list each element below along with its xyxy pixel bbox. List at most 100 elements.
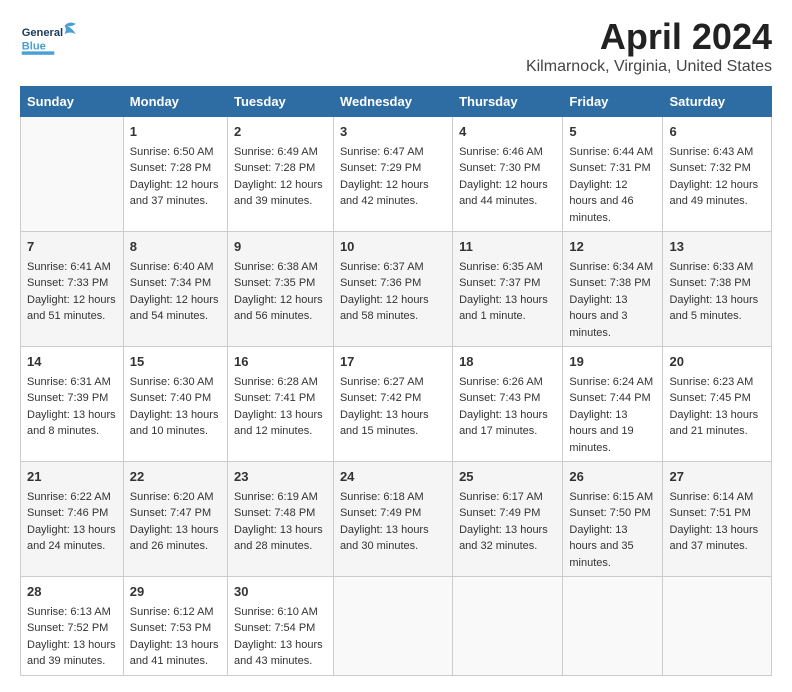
sunrise-time: Sunrise: 6:26 AM: [459, 376, 543, 388]
header-friday: Friday: [563, 87, 663, 117]
daylight-hours: Daylight: 13 hours and 24 minutes.: [27, 524, 116, 553]
sunset-time: Sunset: 7:53 PM: [130, 622, 211, 634]
sunset-time: Sunset: 7:42 PM: [340, 392, 421, 404]
day-number: 6: [669, 122, 765, 142]
sunset-time: Sunset: 7:54 PM: [234, 622, 315, 634]
sunrise-time: Sunrise: 6:35 AM: [459, 261, 543, 273]
table-row: [333, 577, 452, 676]
sunrise-time: Sunrise: 6:34 AM: [569, 261, 653, 273]
daylight-hours: Daylight: 13 hours and 19 minutes.: [569, 409, 633, 454]
sunset-time: Sunset: 7:43 PM: [459, 392, 540, 404]
day-number: 25: [459, 467, 556, 487]
header-saturday: Saturday: [663, 87, 772, 117]
sunset-time: Sunset: 7:41 PM: [234, 392, 315, 404]
table-row: 9 Sunrise: 6:38 AM Sunset: 7:35 PM Dayli…: [228, 232, 334, 347]
sunset-time: Sunset: 7:33 PM: [27, 277, 108, 289]
day-number: 30: [234, 582, 327, 602]
sunrise-time: Sunrise: 6:43 AM: [669, 146, 753, 158]
table-row: 4 Sunrise: 6:46 AM Sunset: 7:30 PM Dayli…: [453, 117, 563, 232]
sunset-time: Sunset: 7:44 PM: [569, 392, 650, 404]
sunset-time: Sunset: 7:49 PM: [459, 507, 540, 519]
day-number: 13: [669, 237, 765, 257]
table-row: 27 Sunrise: 6:14 AM Sunset: 7:51 PM Dayl…: [663, 462, 772, 577]
daylight-hours: Daylight: 13 hours and 37 minutes.: [669, 524, 758, 553]
header-wednesday: Wednesday: [333, 87, 452, 117]
calendar-week-row: 1 Sunrise: 6:50 AM Sunset: 7:28 PM Dayli…: [21, 117, 772, 232]
day-number: 8: [130, 237, 221, 257]
table-row: 26 Sunrise: 6:15 AM Sunset: 7:50 PM Dayl…: [563, 462, 663, 577]
day-number: 1: [130, 122, 221, 142]
sunset-time: Sunset: 7:40 PM: [130, 392, 211, 404]
sunrise-time: Sunrise: 6:23 AM: [669, 376, 753, 388]
logo-svg: General Blue: [20, 16, 80, 61]
sunset-time: Sunset: 7:28 PM: [234, 162, 315, 174]
table-row: 30 Sunrise: 6:10 AM Sunset: 7:54 PM Dayl…: [228, 577, 334, 676]
sunset-time: Sunset: 7:29 PM: [340, 162, 421, 174]
daylight-hours: Daylight: 13 hours and 1 minute.: [459, 294, 548, 323]
table-row: 28 Sunrise: 6:13 AM Sunset: 7:52 PM Dayl…: [21, 577, 124, 676]
day-number: 29: [130, 582, 221, 602]
table-row: 23 Sunrise: 6:19 AM Sunset: 7:48 PM Dayl…: [228, 462, 334, 577]
daylight-hours: Daylight: 12 hours and 51 minutes.: [27, 294, 116, 323]
table-row: 16 Sunrise: 6:28 AM Sunset: 7:41 PM Dayl…: [228, 347, 334, 462]
daylight-hours: Daylight: 13 hours and 41 minutes.: [130, 639, 219, 668]
page-header: General Blue April 2024 Kilmarnock, Virg…: [20, 16, 772, 76]
sunset-time: Sunset: 7:39 PM: [27, 392, 108, 404]
daylight-hours: Daylight: 13 hours and 32 minutes.: [459, 524, 548, 553]
sunrise-time: Sunrise: 6:18 AM: [340, 491, 424, 503]
sunrise-time: Sunrise: 6:37 AM: [340, 261, 424, 273]
sunrise-time: Sunrise: 6:44 AM: [569, 146, 653, 158]
day-number: 14: [27, 352, 117, 372]
sunset-time: Sunset: 7:30 PM: [459, 162, 540, 174]
table-row: 25 Sunrise: 6:17 AM Sunset: 7:49 PM Dayl…: [453, 462, 563, 577]
day-number: 22: [130, 467, 221, 487]
table-row: 14 Sunrise: 6:31 AM Sunset: 7:39 PM Dayl…: [21, 347, 124, 462]
daylight-hours: Daylight: 13 hours and 39 minutes.: [27, 639, 116, 668]
day-number: 7: [27, 237, 117, 257]
sunset-time: Sunset: 7:48 PM: [234, 507, 315, 519]
sunrise-time: Sunrise: 6:20 AM: [130, 491, 214, 503]
daylight-hours: Daylight: 13 hours and 26 minutes.: [130, 524, 219, 553]
day-number: 3: [340, 122, 446, 142]
sunrise-time: Sunrise: 6:24 AM: [569, 376, 653, 388]
table-row: 8 Sunrise: 6:40 AM Sunset: 7:34 PM Dayli…: [123, 232, 227, 347]
daylight-hours: Daylight: 13 hours and 3 minutes.: [569, 294, 627, 339]
day-number: 21: [27, 467, 117, 487]
sunset-time: Sunset: 7:31 PM: [569, 162, 650, 174]
sunrise-time: Sunrise: 6:27 AM: [340, 376, 424, 388]
day-number: 23: [234, 467, 327, 487]
daylight-hours: Daylight: 13 hours and 21 minutes.: [669, 409, 758, 438]
calendar-table: Sunday Monday Tuesday Wednesday Thursday…: [20, 86, 772, 676]
sunrise-time: Sunrise: 6:33 AM: [669, 261, 753, 273]
daylight-hours: Daylight: 12 hours and 44 minutes.: [459, 179, 548, 208]
page-title: April 2024: [526, 16, 772, 58]
day-number: 5: [569, 122, 656, 142]
day-number: 16: [234, 352, 327, 372]
sunrise-time: Sunrise: 6:47 AM: [340, 146, 424, 158]
calendar-week-row: 7 Sunrise: 6:41 AM Sunset: 7:33 PM Dayli…: [21, 232, 772, 347]
table-row: 20 Sunrise: 6:23 AM Sunset: 7:45 PM Dayl…: [663, 347, 772, 462]
svg-text:General: General: [22, 27, 63, 39]
daylight-hours: Daylight: 12 hours and 39 minutes.: [234, 179, 323, 208]
logo: General Blue: [20, 16, 80, 61]
sunset-time: Sunset: 7:50 PM: [569, 507, 650, 519]
daylight-hours: Daylight: 13 hours and 15 minutes.: [340, 409, 429, 438]
daylight-hours: Daylight: 13 hours and 28 minutes.: [234, 524, 323, 553]
day-number: 4: [459, 122, 556, 142]
table-row: [663, 577, 772, 676]
table-row: 21 Sunrise: 6:22 AM Sunset: 7:46 PM Dayl…: [21, 462, 124, 577]
sunset-time: Sunset: 7:37 PM: [459, 277, 540, 289]
sunset-time: Sunset: 7:38 PM: [569, 277, 650, 289]
table-row: 6 Sunrise: 6:43 AM Sunset: 7:32 PM Dayli…: [663, 117, 772, 232]
sunset-time: Sunset: 7:38 PM: [669, 277, 750, 289]
sunset-time: Sunset: 7:32 PM: [669, 162, 750, 174]
page-subtitle: Kilmarnock, Virginia, United States: [526, 58, 772, 76]
sunrise-time: Sunrise: 6:40 AM: [130, 261, 214, 273]
day-number: 9: [234, 237, 327, 257]
daylight-hours: Daylight: 12 hours and 49 minutes.: [669, 179, 758, 208]
daylight-hours: Daylight: 13 hours and 5 minutes.: [669, 294, 758, 323]
daylight-hours: Daylight: 13 hours and 17 minutes.: [459, 409, 548, 438]
daylight-hours: Daylight: 12 hours and 42 minutes.: [340, 179, 429, 208]
svg-text:Blue: Blue: [22, 41, 46, 53]
sunrise-time: Sunrise: 6:30 AM: [130, 376, 214, 388]
